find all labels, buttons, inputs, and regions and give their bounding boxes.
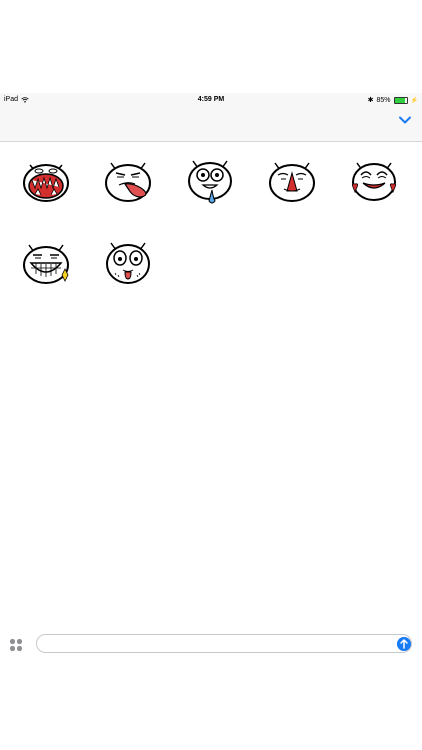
message-composer [0,628,422,660]
nosebleed-face-icon [269,162,315,202]
battery-percent: 85% [376,96,391,104]
apps-icon[interactable] [9,638,23,652]
sticker-blushing-hearts[interactable] [349,157,399,207]
sticker-drawer-header [0,107,422,142]
sticker-tongue-out[interactable] [103,157,153,207]
drooling-face-icon [188,160,232,204]
status-bar: iPad 4:59 PM ✱ 85% ⚡ [0,93,422,107]
tongue-out-face-icon [105,162,151,202]
sticker-nosebleed[interactable] [267,157,317,207]
sticker-grinning-sparkle[interactable] [21,239,71,289]
chevron-down-icon[interactable] [398,113,412,127]
sticker-drooling[interactable] [185,157,235,207]
sticker-laughing-teeth[interactable] [21,157,71,207]
charging-icon: ⚡ [410,97,418,104]
love-face-icon [351,162,397,201]
battery-icon [393,96,408,104]
laughing-face-icon [23,164,69,202]
message-input[interactable] [36,634,412,653]
status-right: ✱ 85% ⚡ [368,96,418,104]
grinning-face-icon [23,244,69,284]
send-arrow-icon[interactable] [397,637,411,651]
bluetooth-icon: ✱ [367,97,374,104]
clock: 4:59 PM [197,96,225,103]
sticker-wide-eyed[interactable] [103,239,153,289]
battery-fill [394,97,405,103]
wide-eyed-face-icon [106,242,150,284]
